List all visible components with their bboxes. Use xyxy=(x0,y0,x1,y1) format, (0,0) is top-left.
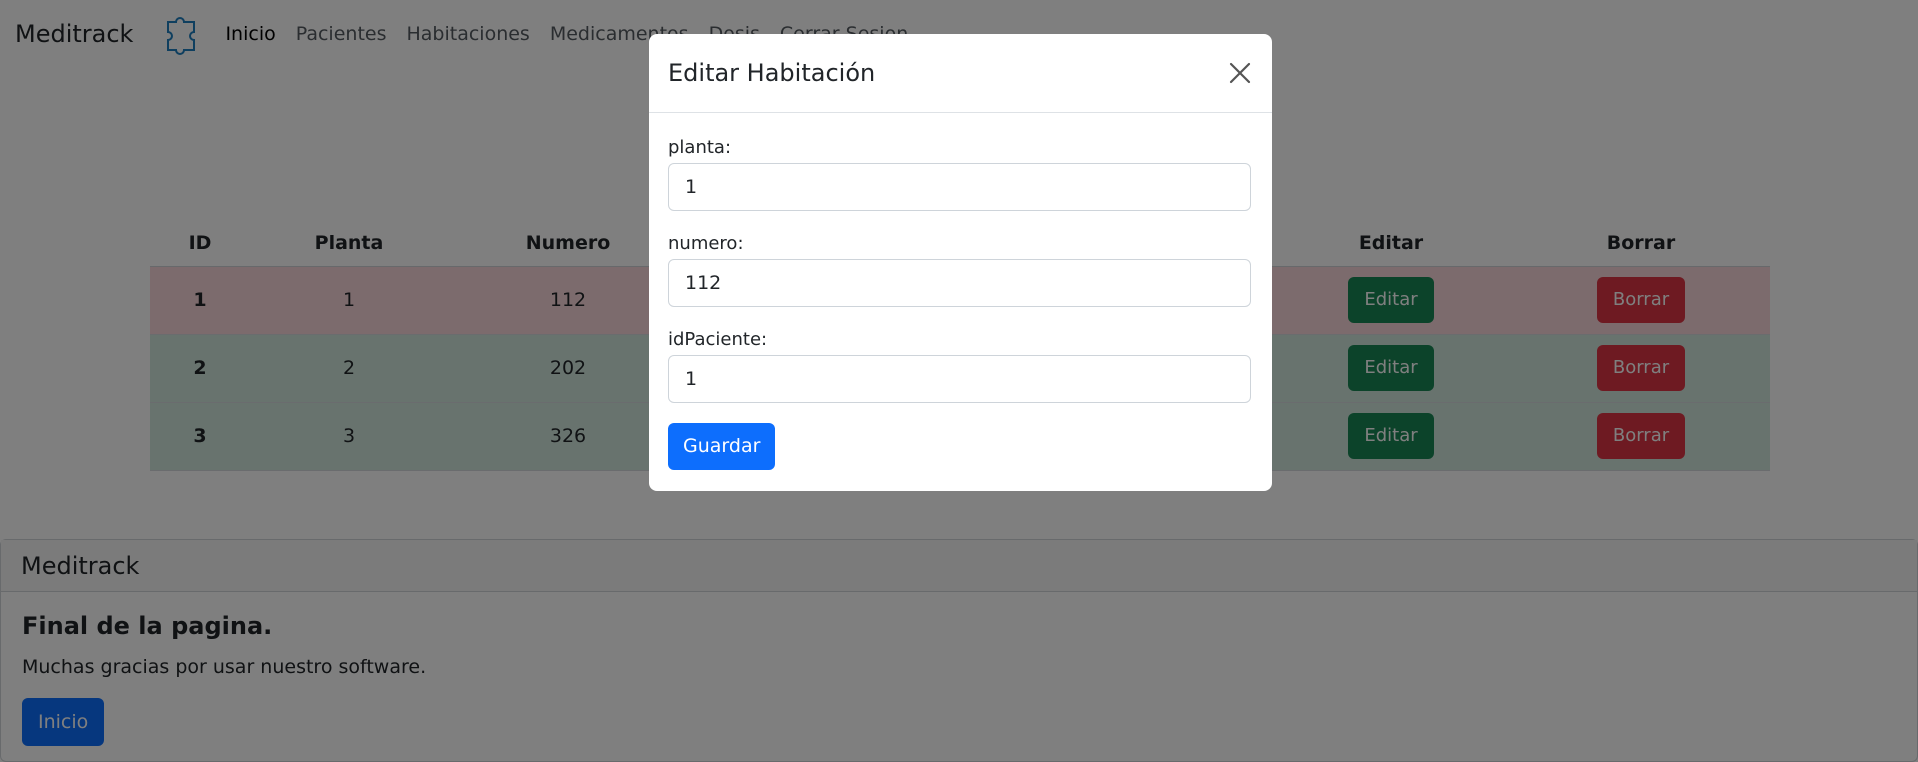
close-icon[interactable] xyxy=(1227,60,1253,86)
planta-label: planta: xyxy=(668,137,732,158)
modal-header: Editar Habitación xyxy=(649,34,1272,113)
idpaciente-label: idPaciente: xyxy=(668,329,768,350)
numero-label: numero: xyxy=(668,233,744,254)
modal-body: planta: numero: idPaciente: Guardar xyxy=(649,113,1272,470)
numero-input[interactable] xyxy=(668,259,1251,307)
edit-room-modal: Editar Habitación planta: numero: idPaci… xyxy=(649,34,1272,491)
modal-title: Editar Habitación xyxy=(668,59,876,87)
idpaciente-input[interactable] xyxy=(668,355,1251,403)
planta-input[interactable] xyxy=(668,163,1251,211)
save-button[interactable]: Guardar xyxy=(668,423,776,470)
